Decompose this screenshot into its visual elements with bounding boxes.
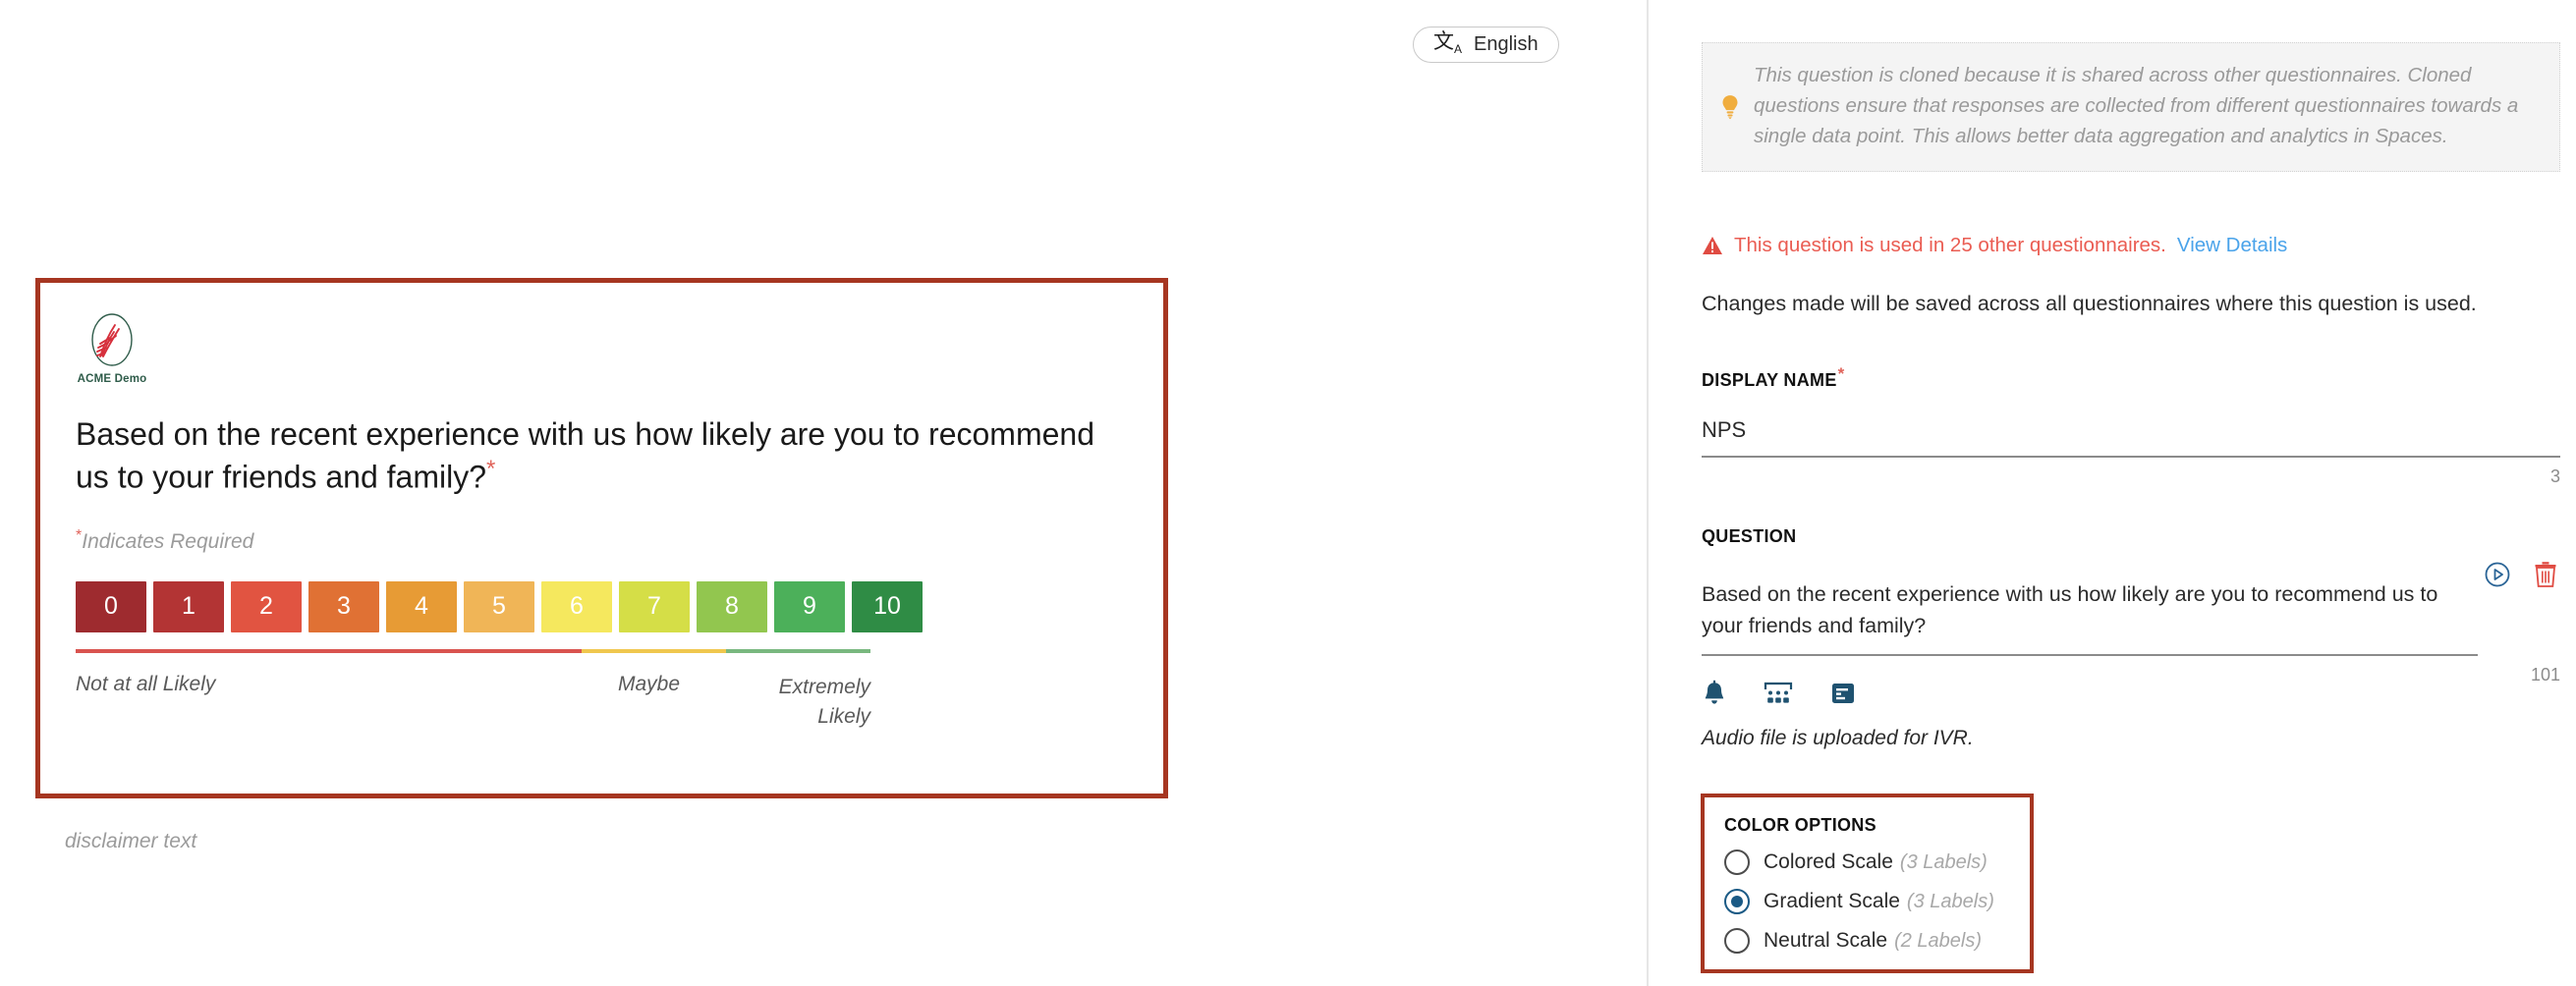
color-option-label: Neutral Scale (2 Labels): [1764, 929, 1982, 952]
disclaimer-text: disclaimer text: [65, 830, 197, 852]
question-textarea[interactable]: Based on the recent experience with us h…: [1702, 578, 2478, 656]
nps-scale-option-9[interactable]: 9: [774, 580, 845, 632]
scale-anchor-labels: Not at all Likely Maybe Extremely Likely: [76, 673, 870, 741]
brand-logo: ACME Demo: [76, 312, 148, 385]
anchor-label-right: Extremely Likely: [778, 675, 870, 728]
color-option-label: Gradient Scale (3 Labels): [1764, 890, 1994, 912]
required-asterisk: *: [485, 455, 496, 482]
color-options-group: COLOR OPTIONS Colored Scale (3 Labels) Gra…: [1701, 794, 2034, 973]
scale-segment-bar-2: [725, 648, 870, 653]
required-note: *Indicates Required: [76, 527, 1128, 554]
color-option-sublabel: (3 Labels): [1906, 891, 1994, 912]
nps-scale-option-7[interactable]: 7: [619, 580, 690, 632]
preview-question-text: Based on the recent experience with us h…: [76, 416, 1094, 495]
warning-triangle-icon: [1703, 237, 1722, 254]
scale-segment-bar-0: [76, 648, 582, 653]
required-note-text: Indicates Required: [82, 529, 254, 553]
radio-button[interactable]: [1724, 849, 1750, 875]
nps-scale-row: 0 1 2 3 4 5 6 7 8 9 10: [76, 580, 1128, 632]
keypad-icon[interactable]: [1763, 680, 1794, 707]
clone-info-text: This question is cloned because it is sh…: [1754, 64, 2519, 147]
question-editor-screen: 文A English ACME Demo Based on the recent…: [0, 0, 2576, 986]
survey-preview-pane: 文A English ACME Demo Based on the recent…: [0, 0, 1649, 986]
clone-info-callout: This question is cloned because it is sh…: [1702, 42, 2560, 173]
preview-question-title: Based on the recent experience with us h…: [76, 414, 1128, 498]
usage-warning-row: This question is used in 25 other questi…: [1702, 234, 2287, 257]
question-action-icons: [2484, 561, 2558, 588]
question-field-group: QUESTION Based on the recent experience …: [1702, 526, 2560, 685]
question-settings-pane: This question is cloned because it is sh…: [1649, 0, 2576, 986]
nps-scale-option-6[interactable]: 6: [541, 580, 612, 632]
color-options-label: COLOR OPTIONS: [1724, 815, 1876, 835]
usage-warning-text: This question is used in 25 other questi…: [1734, 234, 2166, 256]
nps-scale-option-4[interactable]: 4: [386, 580, 457, 632]
anchor-label-left: Not at all Likely: [76, 672, 216, 695]
question-label: QUESTION: [1702, 526, 1797, 546]
display-name-input[interactable]: NPS: [1702, 417, 2560, 458]
nps-scale-option-2[interactable]: 2: [231, 580, 302, 632]
display-name-label: DISPLAY NAME*: [1702, 364, 2560, 391]
radio-button[interactable]: [1724, 889, 1750, 914]
display-name-field-group: DISPLAY NAME* NPS 3: [1702, 364, 2560, 487]
form-icon[interactable]: [1829, 680, 1857, 707]
lightbulb-icon: [1722, 95, 1738, 120]
changes-saved-note: Changes made will be saved across all qu…: [1702, 292, 2477, 315]
nps-scale-option-10[interactable]: 10: [852, 580, 923, 632]
color-option-label: Colored Scale (3 Labels): [1764, 850, 1988, 873]
nps-scale-option-5[interactable]: 5: [464, 580, 534, 632]
nps-scale-option-0[interactable]: 0: [76, 580, 146, 632]
trash-icon[interactable]: [2533, 561, 2558, 588]
audio-upload-note: Audio file is uploaded for IVR.: [1702, 727, 1974, 749]
play-circle-icon[interactable]: [2484, 561, 2511, 588]
color-options-radio-list: Colored Scale (3 Labels) Gradient Scale (3 …: [1715, 849, 2010, 954]
view-details-link[interactable]: View Details: [2177, 234, 2287, 257]
anchor-label-middle: Maybe: [618, 672, 681, 695]
nps-scale-option-8[interactable]: 8: [697, 580, 767, 632]
color-option-colored-scale[interactable]: Colored Scale (3 Labels): [1724, 849, 2010, 875]
question-media-toolbar: [1702, 680, 1857, 707]
acme-leaf-logo-icon: [91, 313, 133, 366]
brand-name: ACME Demo: [77, 373, 147, 385]
display-name-required-asterisk: *: [1837, 364, 1845, 383]
scale-segment-bar-1: [581, 648, 726, 653]
language-selector-button[interactable]: 文A English: [1413, 27, 1559, 63]
survey-question-card: ACME Demo Based on the recent experience…: [35, 278, 1168, 798]
bell-icon[interactable]: [1702, 680, 1727, 707]
color-option-sublabel: (3 Labels): [1899, 851, 1988, 873]
translate-icon: 文A: [1433, 30, 1463, 57]
display-name-label-text: DISPLAY NAME: [1702, 370, 1837, 390]
nps-scale-option-1[interactable]: 1: [153, 580, 224, 632]
display-name-char-count: 3: [2549, 466, 2560, 486]
radio-button[interactable]: [1724, 928, 1750, 954]
nps-scale-option-3[interactable]: 3: [308, 580, 379, 632]
language-label: English: [1474, 33, 1539, 55]
scale-segment-bars: [76, 648, 870, 653]
color-option-neutral-scale[interactable]: Neutral Scale (2 Labels): [1724, 928, 2010, 954]
color-option-gradient-scale[interactable]: Gradient Scale (3 Labels): [1715, 880, 2010, 923]
color-option-sublabel: (2 Labels): [1894, 930, 1982, 952]
